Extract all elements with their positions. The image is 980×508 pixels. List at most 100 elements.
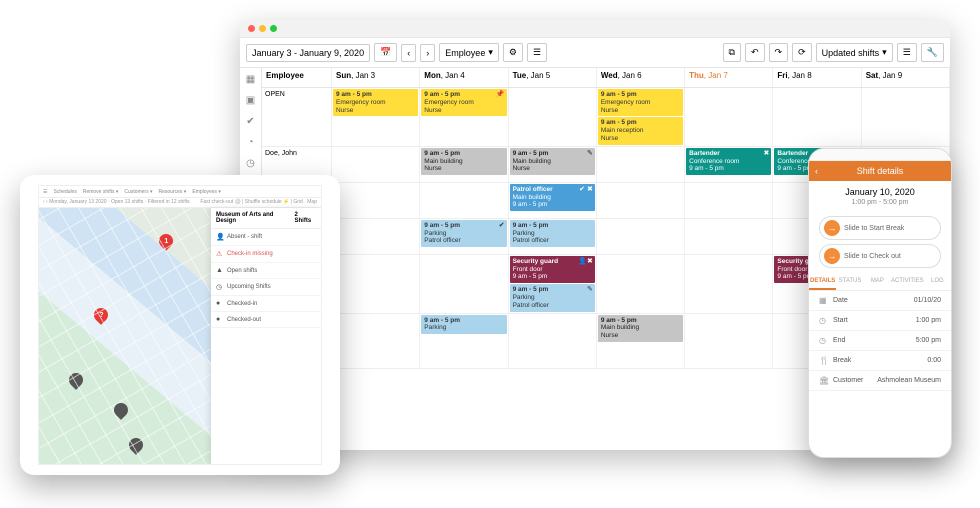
more-icon[interactable]: ☰ [897,43,917,62]
panel-item[interactable]: ▲Open shifts [211,263,321,279]
tablet-device: ☰ SchedulesRemove shifts ▾Customers ▾Res… [20,175,340,475]
shift[interactable]: 9 am - 5 pmMain buildingNurse [598,315,683,342]
detail-row: ◷Start1:00 pm [809,311,951,331]
grid-icon[interactable]: ▦ [246,74,255,85]
shift[interactable]: ✎9 am - 5 pmMain buildingNurse [510,148,595,175]
cancel-icon: ✖ [764,150,770,158]
tab-status[interactable]: STATUS [836,274,863,290]
min-dot[interactable] [259,25,266,32]
tablet-body: 1 ? Museum of Arts and Design2 Shifts 👤A… [39,208,321,464]
tablet-screen: ☰ SchedulesRemove shifts ▾Customers ▾Res… [38,185,322,465]
panel-item-alert[interactable]: ⚠Check-in missing [211,246,321,263]
slide-start-break[interactable]: →Slide to Start Break [819,216,941,240]
map-pin[interactable] [66,370,86,390]
tablet-toolbar: ☰ SchedulesRemove shifts ▾Customers ▾Res… [39,186,321,198]
redo-icon[interactable]: ↷ [769,43,789,62]
map-side-panel: Museum of Arts and Design2 Shifts 👤Absen… [211,208,321,464]
panel-item[interactable]: ●Checked-out [211,312,321,328]
filter-select[interactable]: Updated shifts ▾ [816,43,893,62]
panel-header: Museum of Arts and Design2 Shifts [211,208,321,229]
clock-icon: ◷ [819,336,829,345]
detail-row: ▦Date01/10/20 [809,291,951,311]
detail-row: ◷End5:00 pm [809,331,951,351]
calendar-nav-icon[interactable]: ▣ [246,95,255,106]
day-header[interactable]: Fri, Jan 8 [773,68,861,87]
row-label: OPEN [262,88,332,146]
panel-item[interactable]: ●Checked-in [211,296,321,312]
tablet-subbar: ‹ › Monday, January 13 2020 · Open 13 sh… [39,198,321,208]
calendar-icon[interactable]: 📅 [374,43,397,62]
phone-device: ‹ Shift details January 10, 2020 1:00 pm… [808,148,952,458]
toolbar: January 3 - January 9, 2020 📅 ‹ › Employ… [240,38,950,68]
window-titlebar [240,20,950,38]
undo-icon[interactable]: ↶ [745,43,765,62]
panel-item[interactable]: 👤Absent - shift [211,229,321,246]
open-row: OPEN 9 am - 5 pmEmergency roomNurse 📌9 a… [262,88,950,147]
shift[interactable]: 9 am - 5 pmEmergency roomNurse [598,89,683,116]
alert-icon: ⚠ [216,250,223,258]
break-icon: 🍴 [819,356,829,365]
grid-header: Employee Sun, Jan 3 Mon, Jan 4 Tue, Jan … [262,68,950,88]
groupby-select[interactable]: Employee ▾ [439,43,499,62]
customer-icon: 🏛 [819,376,829,385]
clock-icon: ◷ [819,316,829,325]
wrench-icon[interactable]: 🔧 [921,43,944,62]
shift[interactable]: ✔9 am - 5 pmParkingPatrol officer [421,220,506,247]
prev-button[interactable]: ‹ [401,44,416,62]
shift[interactable]: ✔ ✖Patrol officerMain building9 am - 5 p… [510,184,595,211]
panel-item[interactable]: ◷Upcoming Shifts [211,279,321,296]
checkout-icon: ● [216,316,223,323]
person-icon: 👤 [216,233,223,241]
refresh-icon[interactable]: ⟳ [792,43,812,62]
close-dot[interactable] [248,25,255,32]
slide-check-out[interactable]: →Slide to Check out [819,244,941,268]
day-header[interactable]: Sat, Jan 9 [862,68,950,87]
pie-icon[interactable]: ◔ [247,137,253,148]
shift[interactable]: 9 am - 5 pmEmergency roomNurse [333,89,418,116]
menu-icon[interactable]: ☰ [43,189,47,195]
date-range[interactable]: January 3 - January 9, 2020 [246,44,370,62]
map-pin[interactable] [126,435,146,455]
copy-icon[interactable]: ⧉ [723,43,741,62]
map-pin[interactable]: 1 [156,231,176,251]
employee-header: Employee [262,68,332,87]
arrow-icon: → [824,248,840,264]
check-icon: ✔ [499,222,505,230]
back-icon[interactable]: ‹ [815,166,818,176]
detail-row: 🏛CustomerAshmolean Museum [809,371,951,391]
calendar-icon: ▦ [819,296,829,305]
tab-details[interactable]: DETAILS [809,274,836,290]
shift[interactable]: ✎9 am - 5 pmParkingPatrol officer [510,284,595,311]
check-icon[interactable]: ✔ [246,116,254,127]
phone-statusbar [809,149,951,161]
arrow-icon: → [824,220,840,236]
tab-log[interactable]: LOG [924,274,951,290]
settings-icon[interactable]: ⚙ [503,43,523,62]
shift[interactable]: 👤✖Security guardFront door9 am - 5 pm [510,256,595,283]
map-pin[interactable] [111,400,131,420]
edit-icon: ✎ [587,150,593,158]
phone-tabs: DETAILS STATUS MAP ACTIVITIES LOG [809,274,951,291]
shift[interactable]: 📌9 am - 5 pmEmergency roomNurse [421,89,506,116]
user-cancel-icon: 👤✖ [578,258,593,266]
shift[interactable]: 9 am - 5 pmMain buildingNurse [421,148,506,175]
day-header[interactable]: Tue, Jan 5 [509,68,597,87]
detail-row: 🍴Break0:00 [809,351,951,371]
shift[interactable]: ✖BartenderConference room9 am - 5 pm [686,148,771,175]
shift[interactable]: 9 am - 5 pmMain receptionNurse [598,117,683,144]
day-header[interactable]: Sun, Jan 3 [332,68,420,87]
map-pin[interactable]: ? [91,305,111,325]
shift[interactable]: 9 am - 5 pmParking [421,315,506,335]
tab-activities[interactable]: ACTIVITIES [891,274,924,290]
day-header[interactable]: Wed, Jan 6 [597,68,685,87]
shift-time: 1:00 pm - 5:00 pm [809,199,951,212]
max-dot[interactable] [270,25,277,32]
shift[interactable]: 9 am - 5 pmParkingPatrol officer [510,220,595,247]
list-icon[interactable]: ☰ [527,43,547,62]
day-header[interactable]: Thu, Jan 7 [685,68,773,87]
clock-icon[interactable]: ◷ [246,158,255,169]
day-header[interactable]: Mon, Jan 4 [420,68,508,87]
pin-icon: 📌 [496,91,505,99]
next-button[interactable]: › [420,44,435,62]
tab-map[interactable]: MAP [864,274,891,290]
